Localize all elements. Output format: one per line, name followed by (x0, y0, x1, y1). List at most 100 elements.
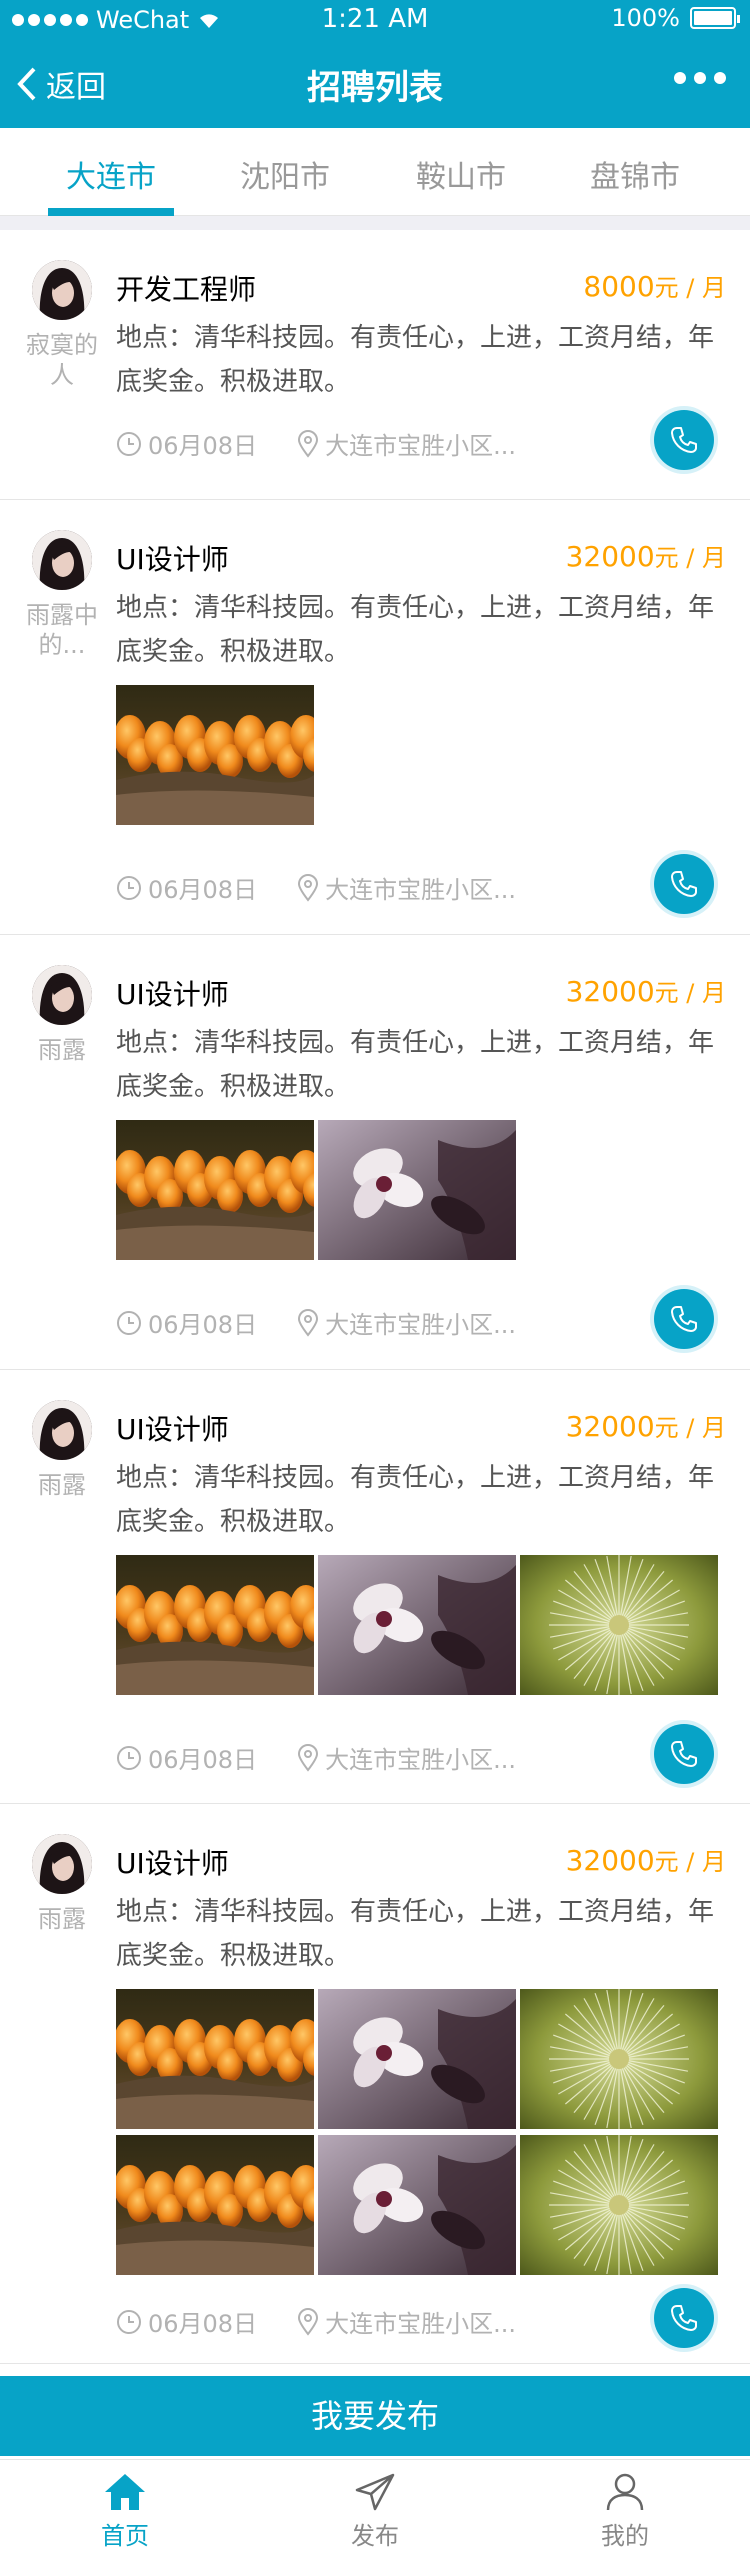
clock-icon (117, 1310, 141, 1335)
clock-icon (117, 1745, 141, 1770)
send-icon (355, 2473, 395, 2511)
more-button[interactable] (674, 72, 726, 84)
post-meta: 06月08日 大连市宝胜小区... (116, 2304, 516, 2339)
salary: 32000元 / 月 (566, 1408, 726, 1443)
home-icon (105, 2474, 145, 2510)
location-pin-icon (298, 873, 319, 902)
salary: 32000元 / 月 (566, 973, 726, 1008)
poster-name: 雨露 (38, 1905, 86, 1933)
phone-icon (671, 427, 697, 453)
poster-name: 寂寞的人 (26, 331, 98, 389)
post-card[interactable]: 雨露 UI设计师 32000元 / 月 地点：清华科技园。有责任心，上进，工资月… (0, 935, 750, 1370)
post-date: 06月08日 (148, 1746, 258, 1774)
job-description: 地点：清华科技园。有责任心，上进，工资月结，年底奖金。积极进取。 (116, 593, 715, 667)
status-bar: WeChat 1:21 AM 100% (0, 0, 750, 40)
post-image-thumbnail[interactable] (116, 2135, 314, 2275)
avatar[interactable] (32, 1400, 92, 1460)
job-title: UI设计师 (116, 978, 229, 1011)
post-image-thumbnail[interactable] (520, 1555, 718, 1695)
battery-icon (690, 7, 740, 29)
tabbar-label-mine: 我的 (601, 2522, 649, 2550)
salary-amount: 32000 (565, 1844, 655, 1877)
bottom-tab-bar: 首页 发布 我的 (0, 2459, 750, 2559)
tabbar-label-publish: 发布 (351, 2522, 399, 2550)
location-pin-icon (298, 429, 319, 458)
post-image-thumbnail[interactable] (116, 1120, 314, 1260)
tab-city-dalian[interactable]: 大连市 (66, 152, 156, 196)
job-title: UI设计师 (116, 543, 229, 576)
phone-icon (671, 1741, 697, 1767)
phone-icon (671, 871, 697, 897)
tabbar-item-publish[interactable]: 发布 (250, 2460, 500, 2559)
publish-button[interactable]: 我要发布 (0, 2376, 750, 2456)
post-image-thumbnail[interactable] (520, 1989, 718, 2129)
post-card[interactable]: 雨露中的... UI设计师 32000元 / 月 地点：清华科技园。有责任心，上… (0, 500, 750, 935)
job-description: 地点：清华科技园。有责任心，上进，工资月结，年底奖金。积极进取。 (116, 1028, 715, 1102)
post-date: 06月08日 (148, 2310, 258, 2338)
call-button[interactable] (654, 1724, 714, 1784)
job-description: 地点：清华科技园。有责任心，上进，工资月结，年底奖金。积极进取。 (116, 1897, 715, 1971)
active-tab-indicator (48, 208, 174, 216)
nav-bar: 返回 招聘列表 (0, 40, 750, 128)
post-card[interactable]: 寂寞的人 开发工程师 8000元 / 月 地点：清华科技园。有责任心，上进，工资… (0, 230, 750, 500)
tab-city-panjin[interactable]: 盘锦市 (590, 152, 680, 196)
post-image-thumbnail[interactable] (318, 1555, 516, 1695)
salary-unit: 元 / 月 (654, 1414, 726, 1442)
salary: 8000元 / 月 (583, 268, 726, 303)
post-location: 大连市宝胜小区... (325, 432, 516, 460)
salary-amount: 8000 (583, 270, 655, 303)
job-description: 地点：清华科技园。有责任心，上进，工资月结，年底奖金。积极进取。 (116, 323, 715, 397)
post-image-thumbnail[interactable] (318, 1120, 516, 1260)
avatar[interactable] (32, 1834, 92, 1894)
tab-city-shenyang[interactable]: 沈阳市 (240, 152, 330, 196)
salary-amount: 32000 (565, 975, 655, 1008)
salary-amount: 32000 (565, 1410, 655, 1443)
location-pin-icon (298, 1308, 319, 1337)
tab-city-anshan[interactable]: 鞍山市 (416, 152, 506, 196)
avatar[interactable] (32, 530, 92, 590)
salary-unit: 元 / 月 (654, 979, 726, 1007)
section-gap (0, 216, 750, 230)
tabbar-item-home[interactable]: 首页 (0, 2460, 250, 2559)
location-pin-icon (298, 1743, 319, 1772)
salary: 32000元 / 月 (566, 538, 726, 573)
user-icon (606, 2473, 644, 2511)
salary-unit: 元 / 月 (654, 274, 726, 302)
salary-unit: 元 / 月 (654, 544, 726, 572)
post-image-thumbnail[interactable] (318, 2135, 516, 2275)
post-meta: 06月08日 大连市宝胜小区... (116, 1740, 516, 1775)
post-date: 06月08日 (148, 876, 258, 904)
post-card[interactable]: 雨露 UI设计师 32000元 / 月 地点：清华科技园。有责任心，上进，工资月… (0, 1804, 750, 2364)
avatar[interactable] (32, 260, 92, 320)
post-meta: 06月08日 大连市宝胜小区... (116, 870, 516, 905)
job-title: UI设计师 (116, 1847, 229, 1880)
post-meta: 06月08日 大连市宝胜小区... (116, 426, 516, 461)
more-dots-icon (674, 72, 686, 84)
tabbar-item-mine[interactable]: 我的 (500, 2460, 750, 2559)
poster-name: 雨露中的... (26, 601, 98, 659)
call-button[interactable] (654, 1289, 714, 1349)
post-image-thumbnail[interactable] (318, 1989, 516, 2129)
salary: 32000元 / 月 (566, 1842, 726, 1877)
avatar[interactable] (32, 965, 92, 1025)
post-image-thumbnail[interactable] (116, 1555, 314, 1695)
salary-amount: 32000 (565, 540, 655, 573)
call-button[interactable] (654, 410, 714, 470)
poster-name: 雨露 (38, 1471, 86, 1499)
tabbar-label-home: 首页 (101, 2522, 149, 2550)
job-description: 地点：清华科技园。有责任心，上进，工资月结，年底奖金。积极进取。 (116, 1463, 715, 1537)
post-image-thumbnail[interactable] (116, 685, 314, 825)
clock-icon (117, 431, 141, 456)
post-image-thumbnail[interactable] (116, 1989, 314, 2129)
call-button[interactable] (654, 854, 714, 914)
post-card[interactable]: 雨露 UI设计师 32000元 / 月 地点：清华科技园。有责任心，上进，工资月… (0, 1370, 750, 1804)
call-button[interactable] (654, 2288, 714, 2348)
city-tabs: 大连市 沈阳市 鞍山市 盘锦市 (0, 128, 750, 216)
phone-icon (671, 1306, 697, 1332)
post-location: 大连市宝胜小区... (325, 2310, 516, 2338)
job-title: UI设计师 (116, 1413, 229, 1446)
post-location: 大连市宝胜小区... (325, 1746, 516, 1774)
phone-icon (671, 2305, 697, 2331)
post-image-thumbnail[interactable] (520, 2135, 718, 2275)
job-title: 开发工程师 (116, 273, 257, 306)
